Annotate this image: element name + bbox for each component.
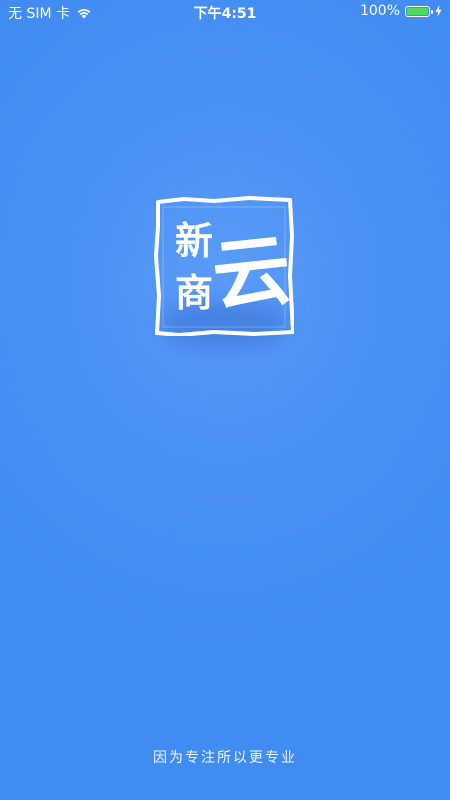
logo-char-shang: 商	[175, 270, 213, 315]
battery-cap	[431, 9, 433, 14]
status-right: 100%	[360, 3, 442, 19]
battery-icon	[405, 5, 433, 17]
status-bar: 无 SIM 卡 下午4:51 100%	[0, 0, 450, 24]
charging-icon	[435, 5, 442, 17]
battery-level	[407, 7, 428, 15]
app-logo: 新 商 云	[154, 196, 294, 336]
battery-percent: 100%	[359, 3, 400, 19]
splash-screen: { "status_bar": { "carrier": "无 SIM 卡", …	[0, 0, 450, 800]
logo-char-yun: 云	[208, 224, 294, 323]
tagline: 因为专注所以更专业	[153, 750, 297, 766]
logo-char-xin: 新	[175, 218, 213, 263]
